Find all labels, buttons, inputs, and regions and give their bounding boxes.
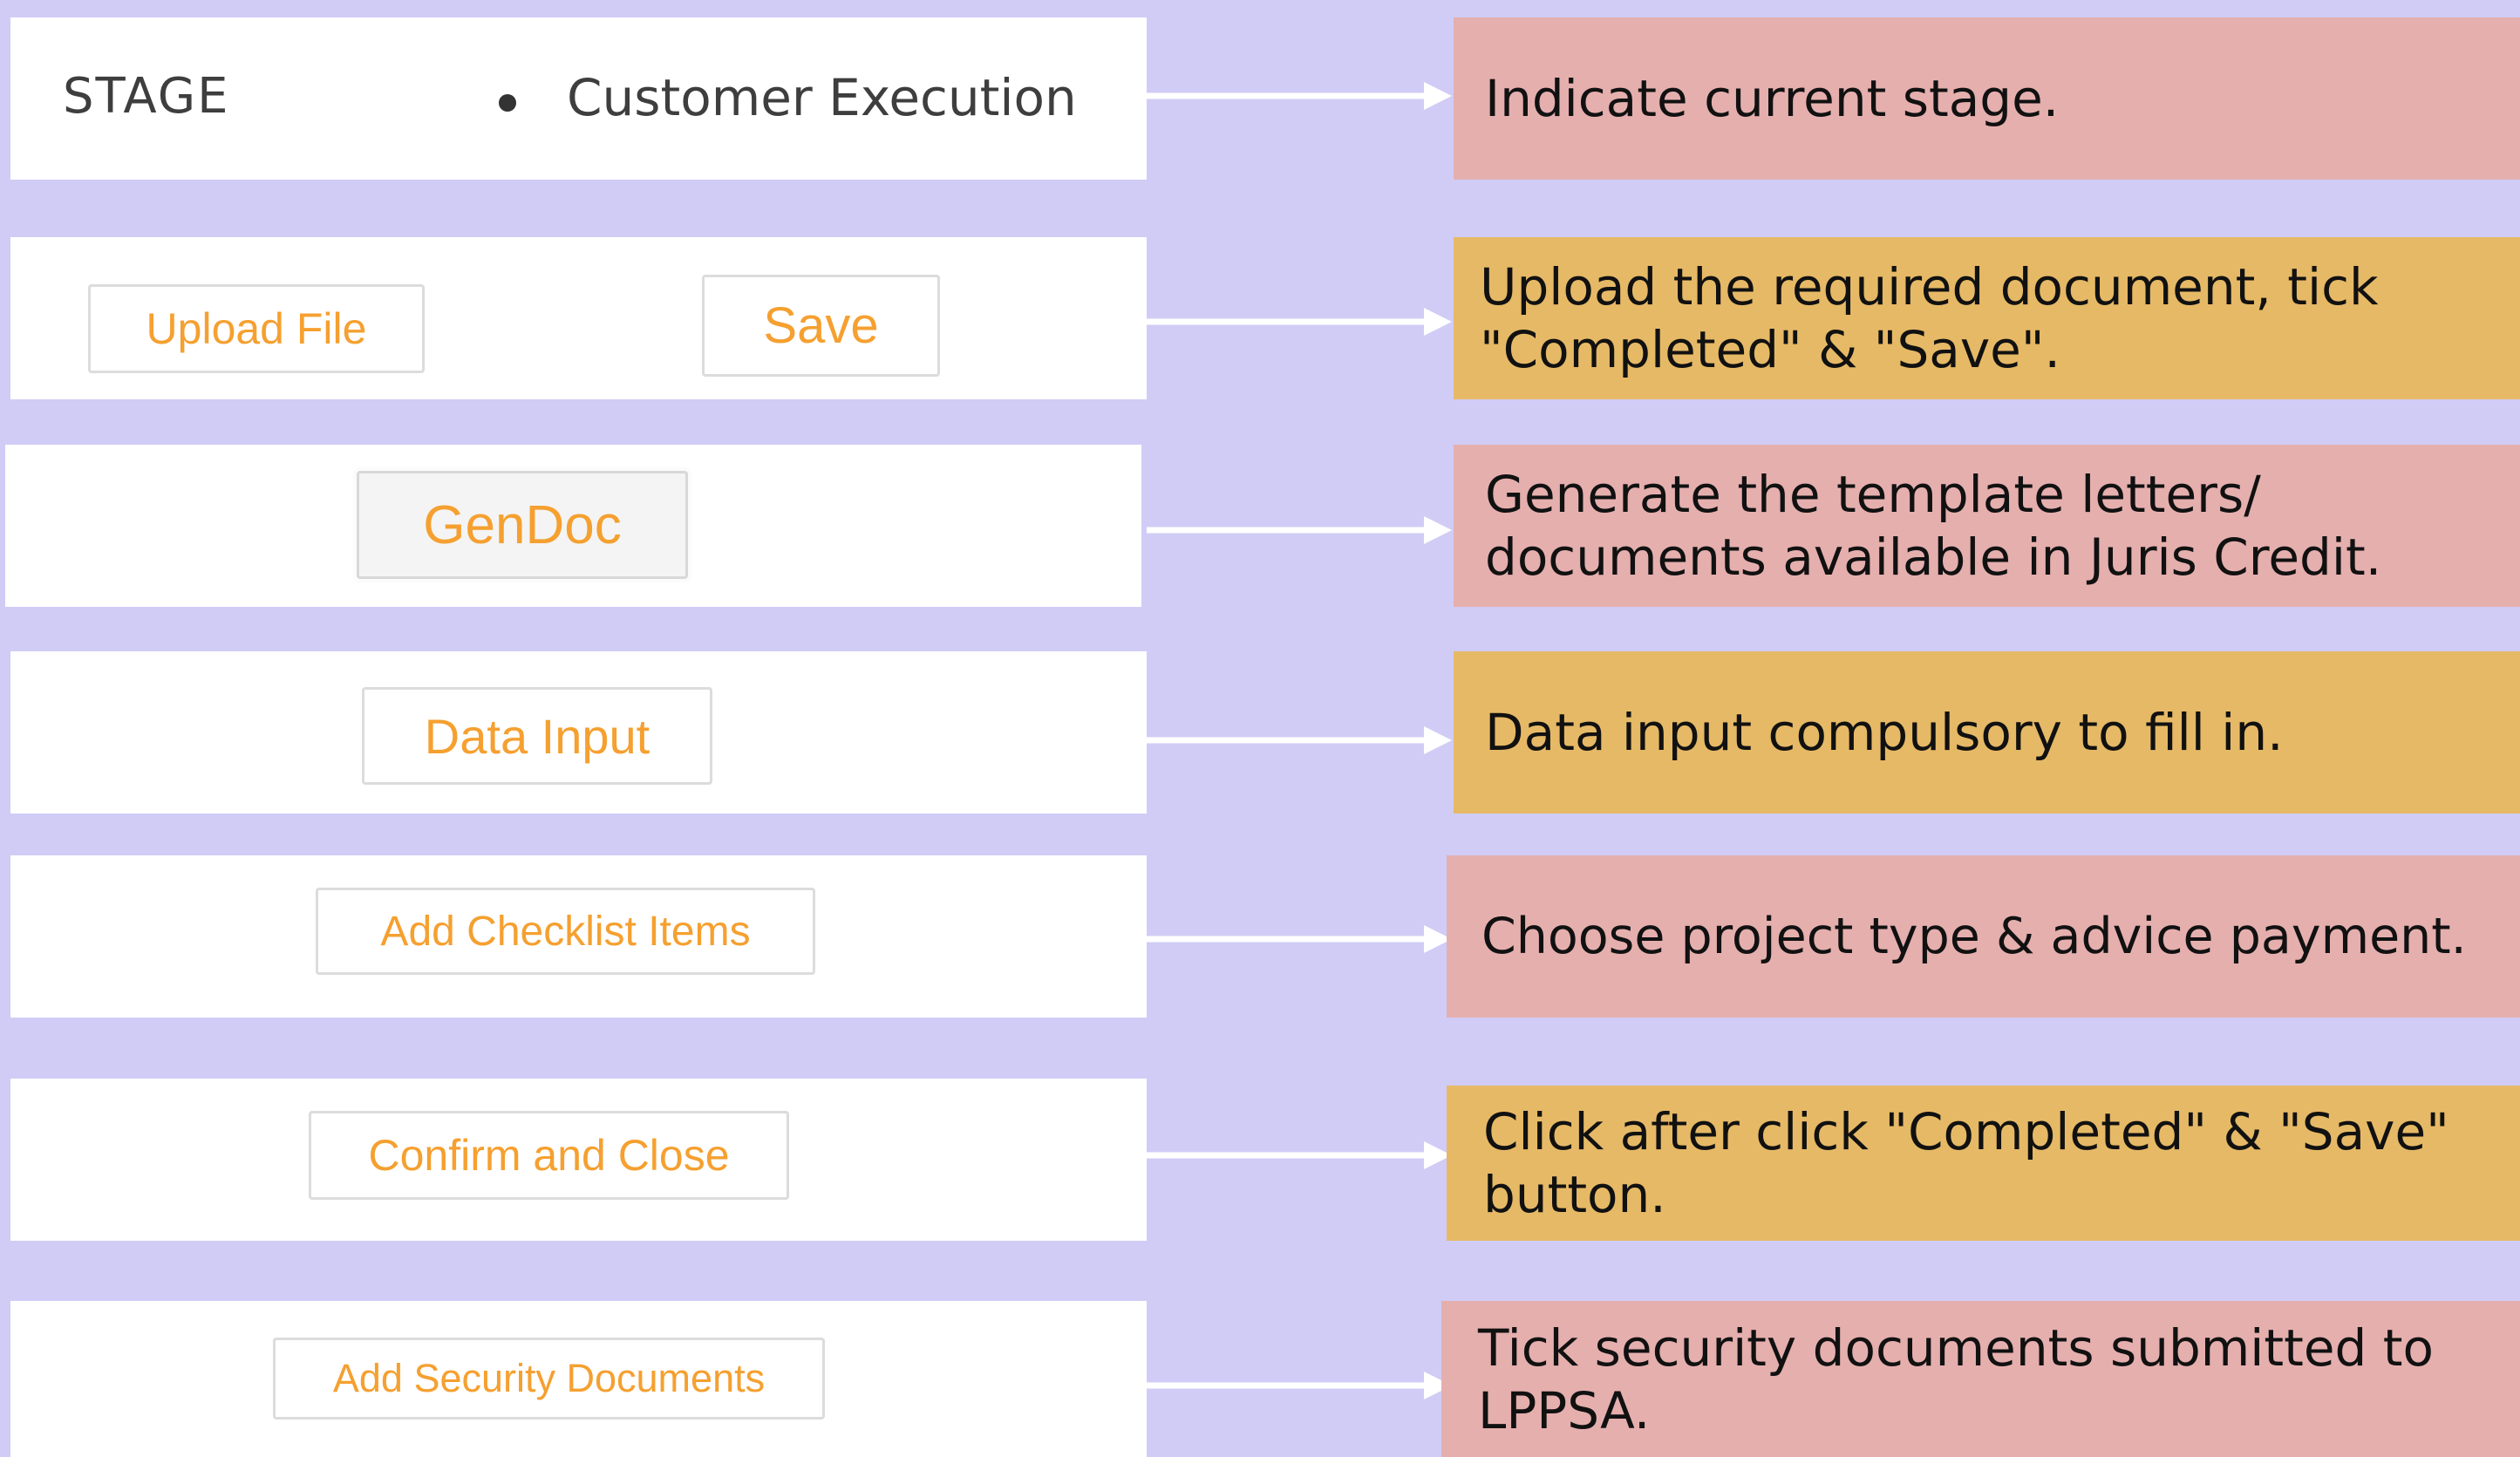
arrow-right-icon — [1147, 1372, 1452, 1399]
note-line: Data input compulsory to fill in. — [1485, 703, 2284, 762]
add-security-documents-button[interactable]: Add Security Documents — [273, 1338, 825, 1420]
save-button[interactable]: Save — [702, 275, 940, 377]
note-line: documents available in Juris Credit. — [1485, 528, 2382, 587]
confirm-and-close-button[interactable]: Confirm and Close — [309, 1111, 789, 1200]
note-line: Choose project type & advice payment. — [1481, 908, 2467, 965]
note-line: Indicate current stage. — [1485, 69, 2060, 128]
note-checklist: Choose project type & advice payment. — [1447, 855, 2520, 1018]
arrow-right-icon — [1147, 516, 1452, 544]
stage-value: Customer Execution — [567, 68, 1077, 127]
note-line: Upload the required document, tick — [1480, 257, 2379, 317]
note-line: Tick security documents submitted to — [1478, 1317, 2435, 1378]
arrow-right-icon — [1147, 726, 1452, 754]
arrow-right-icon — [1147, 1141, 1452, 1169]
upload-file-button[interactable]: Upload File — [88, 284, 425, 373]
arrow-right-icon — [1147, 925, 1452, 953]
note-line: Generate the template letters/ — [1485, 465, 2261, 524]
stage-bullet-icon — [499, 94, 516, 112]
note-stage: Indicate current stage. — [1454, 17, 2520, 180]
note-data-input: Data input compulsory to fill in. — [1454, 651, 2520, 814]
arrow-right-icon — [1147, 82, 1452, 110]
arrow-right-icon — [1147, 308, 1452, 336]
note-confirm-close: Click after click "Completed" & "Save" b… — [1447, 1086, 2520, 1241]
note-line: LPPSA. — [1478, 1380, 1651, 1440]
gendoc-button[interactable]: GenDoc — [357, 471, 688, 579]
note-security-documents: Tick security documents submitted to LPP… — [1441, 1301, 2520, 1457]
note-line: button. — [1483, 1165, 1666, 1224]
note-line: Click after click "Completed" & "Save" — [1483, 1102, 2449, 1161]
note-gendoc: Generate the template letters/ documents… — [1454, 445, 2520, 607]
stage-label: STAGE — [63, 68, 230, 125]
add-checklist-items-button[interactable]: Add Checklist Items — [316, 888, 815, 975]
note-upload: Upload the required document, tick "Comp… — [1454, 237, 2520, 399]
data-input-button[interactable]: Data Input — [362, 687, 712, 785]
note-line: "Completed" & "Save". — [1480, 320, 2060, 379]
